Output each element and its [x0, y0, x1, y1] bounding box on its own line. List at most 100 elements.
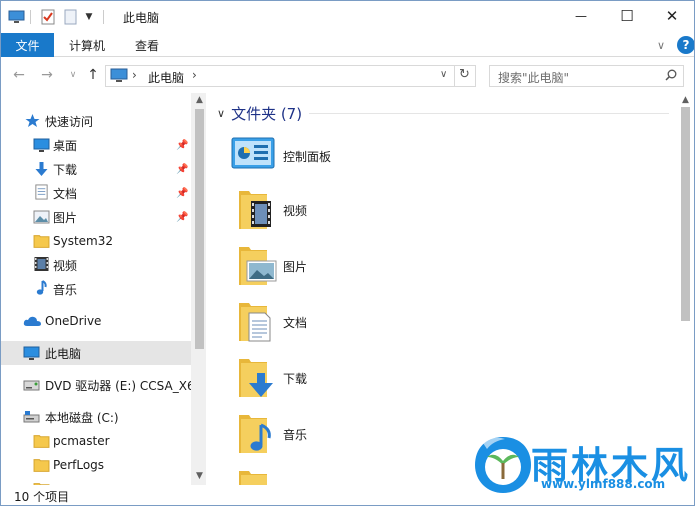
content-scroll-thumb[interactable]: [681, 107, 690, 321]
dvd-drive-icon: [23, 380, 40, 391]
forward-icon[interactable]: →: [39, 67, 55, 83]
pin-icon: 📌: [176, 139, 189, 151]
sidebar-label: 文档: [53, 186, 78, 201]
sidebar-item-onedrive[interactable]: OneDrive: [1, 309, 191, 333]
scroll-up-icon[interactable]: ▲: [191, 93, 206, 107]
control-panel-icon: [231, 137, 275, 169]
watermark-logo-icon: [475, 437, 531, 493]
folder-item-videos[interactable]: 视频: [231, 187, 531, 237]
maximize-icon: ☐: [620, 7, 634, 25]
sidebar-item-quick-access[interactable]: 快速访问: [1, 109, 191, 133]
downloads-folder-icon: [239, 359, 273, 397]
videos-icon: [34, 257, 49, 271]
local-disk-icon: [23, 411, 40, 423]
recent-locations-icon[interactable]: ∨: [65, 67, 81, 83]
window-title: 此电脑: [123, 11, 160, 25]
new-folder-icon[interactable]: [62, 8, 78, 26]
sidebar-label: 视频: [53, 258, 78, 273]
breadcrumb-chevron[interactable]: ›: [192, 68, 197, 82]
address-bar[interactable]: › 此电脑 › ∨ ↻: [105, 65, 476, 87]
documents-icon: [35, 184, 48, 200]
sidebar-label: 此电脑: [45, 346, 82, 361]
sidebar-item-desktop[interactable]: 桌面 📌: [1, 133, 191, 157]
group-title: 文件夹 (7): [231, 105, 303, 123]
minimize-icon: —: [575, 9, 587, 23]
scroll-up-icon[interactable]: ▲: [677, 93, 694, 107]
sidebar-label: OneDrive: [45, 314, 102, 328]
sidebar-item-dvd-drive[interactable]: DVD 驱动器 (E:) CCSA_X64: [1, 373, 191, 397]
sidebar-item-perflogs[interactable]: PerfLogs: [1, 453, 191, 477]
videos-folder-icon: [239, 191, 271, 229]
sidebar-scrollbar[interactable]: ▲ ▼: [191, 93, 206, 485]
music-folder-icon: [239, 415, 271, 453]
back-icon[interactable]: ←: [11, 67, 27, 83]
title-separator: [102, 8, 104, 26]
onedrive-icon: [23, 316, 41, 326]
folder-item-documents[interactable]: 文档: [231, 299, 531, 349]
sidebar-item-system32[interactable]: System32: [1, 229, 191, 253]
sidebar-label: pcmaster: [53, 434, 110, 448]
folder-label: 图片: [283, 260, 308, 274]
sidebar-label: 音乐: [53, 282, 78, 297]
up-icon[interactable]: ↑: [85, 67, 101, 83]
content-pane: ∨ 文件夹 (7) 控制面板 视频 图片 文档 下载 音乐 ▲: [209, 93, 694, 485]
sidebar-item-pictures[interactable]: 图片 📌: [1, 205, 191, 229]
toolbar-separator: [29, 8, 31, 26]
sidebar-item-downloads[interactable]: 下载 📌: [1, 157, 191, 181]
sidebar-label: DVD 驱动器 (E:) CCSA_X64: [45, 378, 191, 393]
refresh-icon[interactable]: ↻: [459, 67, 470, 82]
properties-icon[interactable]: [39, 8, 57, 26]
sidebar-item-local-disk[interactable]: 本地磁盘 (C:): [1, 405, 191, 429]
tab-file[interactable]: 文件: [1, 33, 54, 57]
this-pc-icon: [110, 68, 128, 86]
download-icon: [35, 162, 48, 176]
folder-icon: [239, 471, 267, 485]
address-dropdown-icon[interactable]: ∨: [440, 69, 447, 80]
tab-computer[interactable]: 计算机: [69, 33, 105, 57]
minimize-button[interactable]: —: [558, 1, 604, 31]
folder-label: 文档: [283, 316, 308, 330]
content-scrollbar[interactable]: ▲: [677, 93, 694, 485]
item-count: 10 个项目: [14, 490, 70, 504]
sidebar-label: 本地磁盘 (C:): [45, 410, 119, 425]
group-header-folders[interactable]: ∨ 文件夹 (7): [217, 103, 302, 124]
pin-icon: 📌: [176, 187, 189, 199]
breadcrumb-this-pc[interactable]: 此电脑: [148, 69, 184, 86]
folder-label: 视频: [283, 204, 308, 218]
folder-item-pictures[interactable]: 图片: [231, 243, 531, 293]
sidebar-item-partial[interactable]: [1, 477, 191, 485]
close-icon: ✕: [665, 7, 679, 25]
sidebar-label: 图片: [53, 210, 78, 225]
folder-item-downloads[interactable]: 下载: [231, 355, 531, 405]
desktop-icon: [33, 138, 50, 152]
pictures-folder-icon: [239, 247, 277, 285]
sidebar-label: 桌面: [53, 138, 78, 153]
sidebar-item-pcmaster[interactable]: pcmaster: [1, 429, 191, 453]
sidebar-item-this-pc[interactable]: 此电脑: [1, 341, 191, 365]
folder-label: 控制面板: [283, 150, 332, 164]
tab-view[interactable]: 查看: [135, 33, 159, 57]
maximize-button[interactable]: ☐: [604, 1, 650, 31]
sidebar-scroll-thumb[interactable]: [195, 109, 204, 349]
sidebar-item-documents[interactable]: 文档 📌: [1, 181, 191, 205]
group-divider: [309, 113, 669, 114]
search-input[interactable]: 搜索"此电脑": [489, 65, 684, 87]
close-button[interactable]: ✕: [649, 1, 694, 31]
sidebar-item-videos[interactable]: 视频: [1, 253, 191, 277]
navigation-pane: 快速访问 桌面 📌 下载 📌 文档 📌 图片 📌 System32 视频 音乐 …: [1, 93, 206, 485]
expand-ribbon-icon[interactable]: ∨: [657, 33, 665, 57]
explorer-window: ▼ 此电脑 — ☐ ✕ 文件 计算机 查看 ∨ ? ← → ∨ ↑ › 此电脑 …: [0, 0, 695, 506]
collapse-group-icon[interactable]: ∨: [217, 107, 225, 120]
computer-icon[interactable]: [7, 8, 25, 26]
sidebar-item-music[interactable]: 音乐: [1, 277, 191, 301]
address-divider: [454, 66, 455, 86]
folder-item-control-panel[interactable]: 控制面板: [231, 133, 531, 183]
customize-toolbar-icon[interactable]: ▼: [83, 8, 95, 26]
help-icon[interactable]: ?: [677, 36, 694, 54]
pin-icon: 📌: [176, 211, 189, 223]
scroll-down-icon[interactable]: ▼: [191, 469, 206, 483]
documents-folder-icon: [239, 303, 271, 342]
sidebar-label: 下载: [53, 162, 78, 177]
this-pc-icon: [23, 346, 40, 360]
sidebar-label: PerfLogs: [53, 458, 105, 472]
